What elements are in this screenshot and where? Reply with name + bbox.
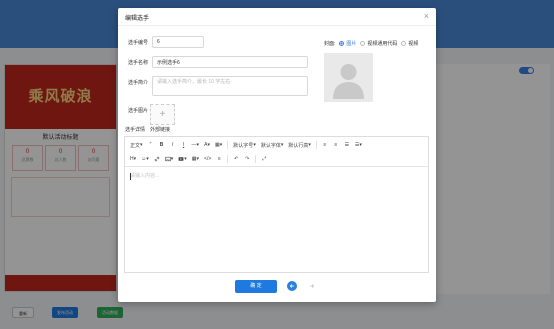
close-icon[interactable]: ×	[424, 11, 429, 21]
toolbar-divider	[255, 155, 257, 163]
editor-toolbar: 正文 ▾ " B I I — ▾ A ▾ ▦ ▾ 默认字号 ▾ 默认字体 ▾ 默认行高 ▾ ≡…	[125, 137, 428, 167]
table-dropdown[interactable]: ▦ ▾	[190, 154, 201, 164]
text-caret	[130, 173, 131, 180]
font-color-dropdown[interactable]: A ▾	[202, 140, 212, 150]
image-dropdown[interactable]: ▾	[163, 154, 176, 164]
background-color-dropdown[interactable]: ▦ ▾	[213, 140, 224, 150]
video-dropdown[interactable]: ▾	[176, 154, 189, 164]
radio-checked-icon	[339, 41, 345, 46]
toolbar-divider	[227, 141, 229, 149]
divider-icon[interactable]: ≡	[214, 154, 224, 164]
name-input[interactable]	[152, 56, 308, 68]
dialog-title: 编辑选手	[125, 16, 150, 22]
toolbar-divider	[315, 141, 317, 149]
toolbar-row-2: H ▾ ☺ ▾ ▾ ▾ ▦ ▾ </> ≡ ↶ ↷ ⤢	[128, 152, 425, 166]
font-size-dropdown[interactable]: 默认字号 ▾	[231, 140, 258, 150]
font-family-dropdown[interactable]: 默认字体 ▾	[259, 140, 286, 150]
tab-external-link[interactable]: 外部链接	[150, 126, 170, 133]
cover-label: 封面:	[324, 41, 336, 47]
previous-arrow-icon[interactable]	[287, 281, 297, 291]
name-label: 选手名称	[128, 60, 149, 66]
cover-option-video[interactable]: 视频	[401, 40, 418, 47]
bold-icon[interactable]: B	[157, 140, 167, 150]
number-label: 选手编号	[128, 40, 149, 46]
line-height-dropdown[interactable]: 默认行高 ▾	[286, 140, 313, 150]
radio-icon	[360, 41, 366, 46]
undo-icon[interactable]: ↶	[231, 154, 241, 164]
bulleted-list-icon[interactable]: ≡	[320, 140, 330, 150]
rich-text-editor: 正文 ▾ " B I I — ▾ A ▾ ▦ ▾ 默认字号 ▾ 默认字体 ▾ 默认行高 ▾ ≡…	[124, 136, 429, 273]
cover-option-video-code[interactable]: 视频通用代码	[360, 40, 397, 47]
confirm-button[interactable]: 确 定	[235, 280, 277, 293]
dialog-header: 编辑选手 ×	[118, 8, 436, 26]
radio-icon	[401, 41, 407, 46]
edit-contestant-dialog: 编辑选手 × 选手编号 选手名称 选手简介 选手图片 + 封面: 图片 视频通用…	[118, 8, 436, 302]
photo-upload-button[interactable]: +	[150, 104, 175, 125]
todo-icon[interactable]: ☰	[342, 140, 352, 150]
toolbar-row-1: 正文 ▾ " B I I — ▾ A ▾ ▦ ▾ 默认字号 ▾ 默认字体 ▾ 默认行高 ▾ ≡…	[128, 138, 425, 152]
align-dropdown[interactable]: ☰ ▾	[353, 140, 364, 150]
cover-preview	[324, 53, 373, 102]
tab-detail[interactable]: 选手详情	[125, 126, 145, 133]
next-arrow-icon[interactable]	[307, 281, 317, 291]
code-block-icon[interactable]: </>	[202, 154, 213, 164]
italic-icon[interactable]: I	[168, 140, 178, 150]
underline-icon[interactable]: I	[179, 140, 189, 150]
heading-dropdown[interactable]: H ▾	[128, 154, 138, 164]
link-icon[interactable]	[152, 154, 162, 164]
user-placeholder-icon	[333, 64, 364, 99]
numbered-list-icon[interactable]: ≡	[331, 140, 341, 150]
cover-type-group: 封面: 图片 视频通用代码 视频	[324, 40, 418, 47]
number-input[interactable]	[152, 36, 204, 48]
plus-icon: +	[159, 109, 166, 120]
intro-textarea[interactable]	[152, 76, 308, 96]
cover-option-image[interactable]: 图片	[339, 40, 356, 47]
editor-content[interactable]: 请输入内容...	[125, 168, 428, 272]
intro-label: 选手简介	[128, 80, 149, 86]
toolbar-divider	[227, 155, 229, 163]
fullscreen-icon[interactable]: ⤢	[259, 154, 269, 164]
emoji-dropdown[interactable]: ☺ ▾	[139, 154, 151, 164]
detail-tabs: 选手详情 外部链接	[125, 126, 170, 133]
blockquote-icon[interactable]: "	[146, 140, 156, 150]
editor-placeholder: 请输入内容...	[130, 173, 160, 179]
redo-icon[interactable]: ↷	[242, 154, 252, 164]
photo-label: 选手图片	[128, 108, 149, 114]
more-styles-dropdown[interactable]: — ▾	[190, 140, 202, 150]
paragraph-dropdown[interactable]: 正文 ▾	[128, 140, 145, 150]
